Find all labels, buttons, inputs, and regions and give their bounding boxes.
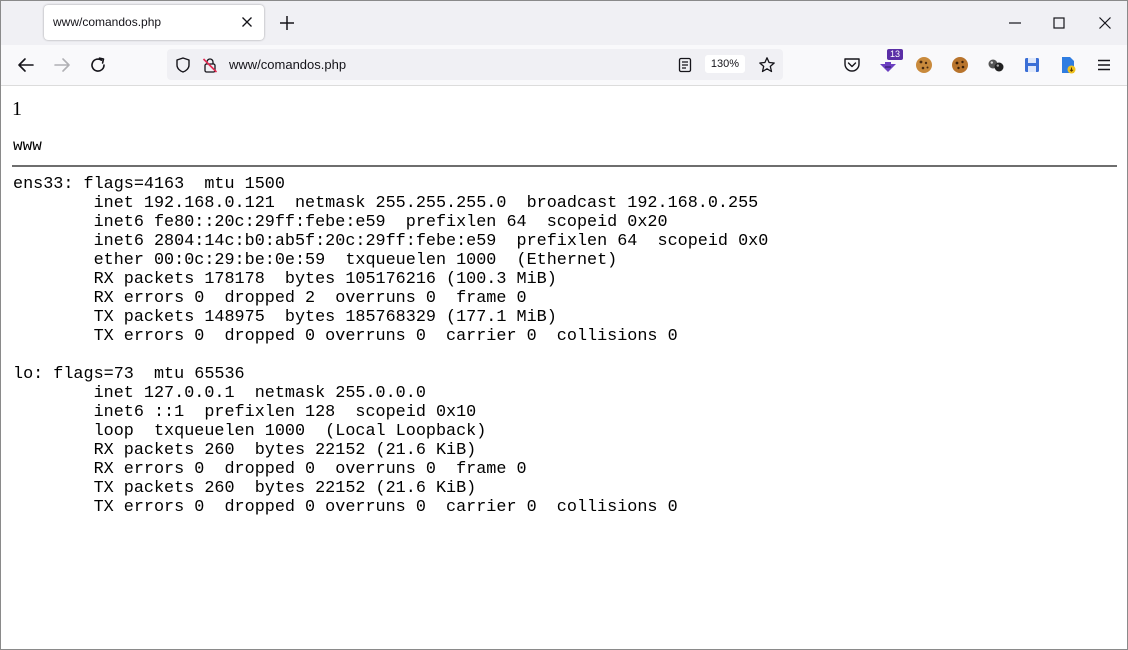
zoom-indicator[interactable]: 130%: [705, 55, 745, 73]
reload-icon[interactable]: [87, 54, 109, 76]
cookie-icon[interactable]: [913, 54, 935, 76]
tab-strip: www/comandos.php: [1, 1, 1127, 45]
bookmark-extension-icon[interactable]: [1057, 54, 1079, 76]
menu-icon[interactable]: [1093, 54, 1115, 76]
hostname-text: www: [13, 137, 42, 155]
page-content: 1 www ens33: flags=4163 mtu 1500 inet 19…: [1, 86, 1127, 649]
maximize-icon[interactable]: [1049, 13, 1069, 33]
cookie-icon[interactable]: [949, 54, 971, 76]
pocket-icon[interactable]: [841, 54, 863, 76]
reader-view-icon[interactable]: [676, 56, 694, 74]
extension-icon[interactable]: [985, 54, 1007, 76]
extension-badge: 13: [887, 49, 903, 60]
star-icon[interactable]: [758, 56, 776, 74]
plus-icon[interactable]: [277, 13, 297, 33]
forward-icon[interactable]: [51, 54, 73, 76]
back-icon[interactable]: [15, 54, 37, 76]
close-window-icon[interactable]: [1095, 13, 1115, 33]
page-heading: 1: [12, 98, 22, 120]
tab-active[interactable]: www/comandos.php: [44, 5, 264, 40]
browser-window: www/comandos.php www/comandos.php 130% 1…: [0, 0, 1128, 650]
nav-bar: www/comandos.php 130% 13: [1, 45, 1127, 86]
minimize-icon[interactable]: [1005, 13, 1025, 33]
command-output: ens33: flags=4163 mtu 1500 inet 192.168.…: [13, 175, 769, 517]
url-bar[interactable]: www/comandos.php 130%: [167, 49, 783, 80]
close-icon[interactable]: [239, 14, 255, 30]
shield-icon[interactable]: [174, 56, 192, 74]
save-icon[interactable]: [1021, 54, 1043, 76]
url-text[interactable]: www/comandos.php: [229, 57, 346, 72]
insecure-lock-icon[interactable]: [201, 56, 219, 74]
tab-title: www/comandos.php: [53, 15, 162, 29]
horizontal-rule: [12, 165, 1117, 167]
